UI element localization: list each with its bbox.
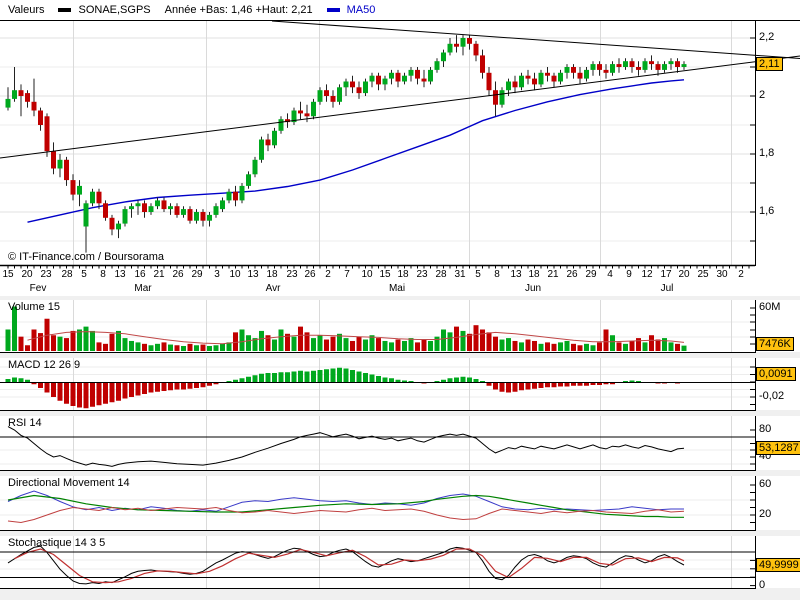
svg-text:Jul: Jul (661, 283, 674, 294)
svg-text:16: 16 (134, 269, 146, 280)
svg-text:5: 5 (81, 269, 87, 280)
svg-text:21: 21 (547, 269, 559, 280)
svg-text:23: 23 (416, 269, 428, 280)
svg-text:28: 28 (435, 269, 447, 280)
symbol-swatch-icon (58, 8, 72, 12)
svg-text:18: 18 (397, 269, 409, 280)
macd-tick-minus-002: -0,02 (759, 390, 785, 402)
macd-panel-title: MACD 12 26 9 (8, 359, 81, 371)
symbol-label: SONAE,SGPS (78, 4, 151, 16)
svg-text:12: 12 (641, 269, 653, 280)
svg-text:5: 5 (475, 269, 481, 280)
svg-text:Avr: Avr (266, 283, 281, 294)
svg-text:15: 15 (379, 269, 391, 280)
svg-text:13: 13 (114, 269, 126, 280)
chart-canvas: 15 20 23 28 5 8 13 16 21 26 29 3 10 13 18 23 26 2 7 10 15 18 2… (0, 0, 800, 600)
svg-text:10: 10 (361, 269, 373, 280)
ma50-label: MA50 (346, 4, 376, 16)
rsi-tick-80: 80 (759, 423, 772, 435)
year-range-label: Année +Bas: 1,46 +Haut: 2,21 (164, 4, 313, 16)
volume-panel-title: Volume 15 (8, 301, 60, 313)
svg-text:26: 26 (304, 269, 316, 280)
svg-text:Jun: Jun (525, 283, 541, 294)
svg-text:7: 7 (344, 269, 350, 280)
legend-bar: Valeurs SONAE,SGPS Année +Bas: 1,46 +Hau… (0, 0, 800, 20)
dm-tick-20: 20 (759, 508, 772, 520)
svg-text:10: 10 (229, 269, 241, 280)
svg-text:18: 18 (266, 269, 278, 280)
watermark: © IT-Finance.com / Boursorama (8, 251, 165, 263)
rsi-panel-title: RSI 14 (8, 417, 42, 429)
svg-text:29: 29 (585, 269, 597, 280)
svg-text:3: 3 (214, 269, 220, 280)
svg-text:13: 13 (510, 269, 522, 280)
svg-text:18: 18 (528, 269, 540, 280)
svg-text:30: 30 (716, 269, 728, 280)
price-tick-2: 2 (759, 89, 766, 101)
svg-text:31: 31 (454, 269, 466, 280)
svg-text:23: 23 (286, 269, 298, 280)
svg-text:21: 21 (153, 269, 165, 280)
svg-text:Mai: Mai (389, 283, 405, 294)
svg-text:20: 20 (21, 269, 33, 280)
last-macd-badge: 0,0091 (756, 367, 796, 381)
svg-text:26: 26 (566, 269, 578, 280)
svg-text:26: 26 (172, 269, 184, 280)
volume-tick-60m: 60M (759, 301, 781, 313)
last-price-badge: 2,11 (756, 57, 783, 71)
last-volume-badge: 7476K (756, 337, 794, 351)
svg-text:15: 15 (2, 269, 14, 280)
svg-text:28: 28 (61, 269, 73, 280)
svg-text:9: 9 (626, 269, 632, 280)
last-stoch-badge: 49,9999 (756, 558, 800, 572)
price-tick-1-8: 1,8 (759, 147, 775, 159)
stoch-tick-0: 0 (759, 579, 766, 591)
svg-text:29: 29 (191, 269, 203, 280)
svg-text:25: 25 (697, 269, 709, 280)
svg-text:20: 20 (678, 269, 690, 280)
ma50-swatch-icon (326, 8, 340, 12)
svg-text:4: 4 (607, 269, 613, 280)
svg-text:2: 2 (325, 269, 331, 280)
stock-chart-page: { "header": { "valeurs": "Valeurs", "sym… (0, 0, 800, 600)
svg-text:8: 8 (494, 269, 500, 280)
svg-text:17: 17 (660, 269, 672, 280)
last-rsi-badge: 53,1287 (756, 441, 800, 455)
price-tick-1-6: 1,6 (759, 205, 775, 217)
svg-text:13: 13 (247, 269, 259, 280)
svg-text:Fev: Fev (30, 283, 47, 294)
svg-text:Mar: Mar (134, 283, 152, 294)
svg-text:2: 2 (738, 269, 744, 280)
dm-tick-60: 60 (759, 478, 772, 490)
valeurs-label: Valeurs (8, 4, 45, 16)
stoch-panel-title: Stochastique 14 3 5 (8, 537, 106, 549)
dm-panel-title: Directional Movement 14 (8, 477, 130, 489)
price-tick-2-2: 2,2 (759, 31, 775, 43)
svg-text:8: 8 (100, 269, 106, 280)
svg-text:23: 23 (40, 269, 52, 280)
